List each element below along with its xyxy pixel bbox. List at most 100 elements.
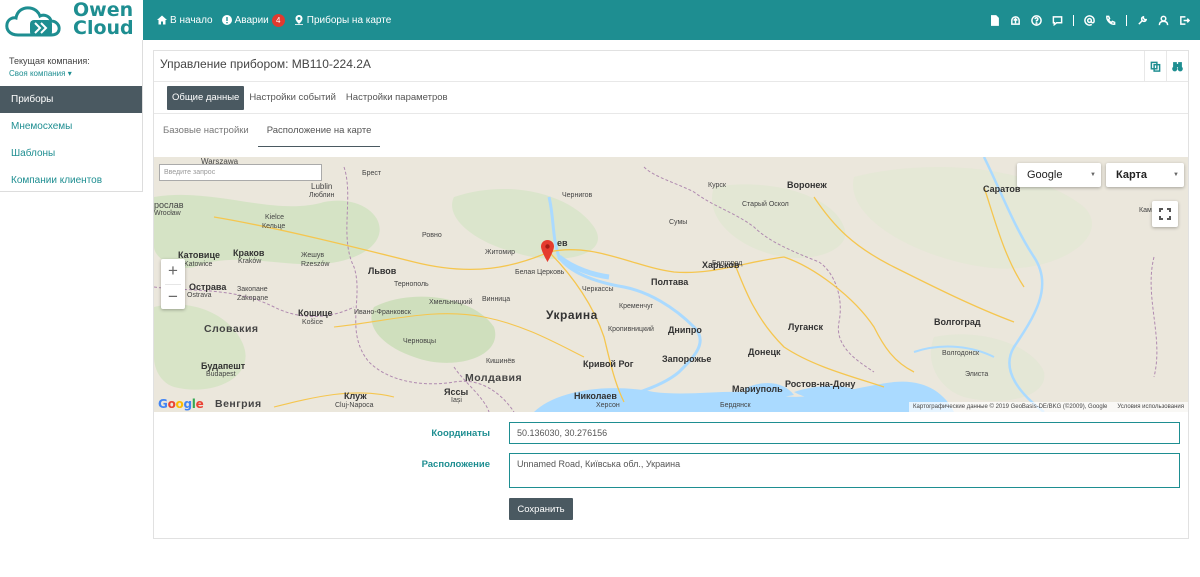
coordinates-field[interactable]: [509, 422, 1180, 444]
sidebar-item-templates[interactable]: Шаблоны: [0, 140, 142, 167]
map-label: Луганск: [788, 322, 824, 332]
map-label: Ровно: [422, 232, 442, 239]
subtabs: Общие данные Настройки событий Настройки…: [167, 86, 453, 110]
logo[interactable]: Owen Cloud: [0, 0, 143, 40]
binoculars-button[interactable]: [1166, 51, 1188, 81]
map-label: Хмельницкий: [429, 299, 473, 306]
map-provider-select[interactable]: Google ▼: [1017, 163, 1101, 187]
alarms-count-badge: 4: [271, 13, 285, 27]
map-label: Старый Оскол: [742, 201, 789, 208]
map-label: Кременчуг: [619, 303, 654, 310]
map-label: Люблин: [309, 192, 335, 199]
map-label: Острава: [189, 282, 227, 292]
map-label: Iași: [451, 397, 462, 404]
sidebar-item-mnemonics[interactable]: Мнемосхемы: [0, 113, 142, 140]
map-type-select[interactable]: Карта ▼: [1106, 163, 1184, 187]
map-label: Rzeszów: [301, 261, 330, 268]
top-icons: [989, 0, 1190, 40]
zoom-out-button[interactable]: −: [161, 285, 185, 310]
map-label: Сумы: [669, 219, 688, 226]
location-marker-icon[interactable]: [541, 240, 554, 262]
map-label: Wrocław: [154, 210, 181, 217]
map-label: Кишинёв: [486, 358, 515, 365]
phone-icon[interactable]: [1105, 15, 1116, 26]
map-label: Воронеж: [787, 180, 827, 190]
document-icon[interactable]: [989, 14, 1000, 26]
map-label: Kielce: [265, 214, 285, 221]
map-label: Запорожье: [662, 354, 712, 364]
fullscreen-icon: [1159, 208, 1171, 220]
map-label: Николаев: [574, 391, 617, 401]
help-icon[interactable]: [1031, 14, 1042, 26]
map-label: Тернополь: [394, 281, 429, 288]
tab-parameter-settings[interactable]: Настройки параметров: [341, 86, 453, 110]
map-label: Закопане: [237, 286, 268, 293]
current-company-label: Текущая компания:: [9, 56, 90, 66]
nav-home[interactable]: В начало: [157, 15, 213, 26]
nav-alarms[interactable]: Аварии 4: [221, 13, 285, 27]
logout-icon[interactable]: [1179, 15, 1190, 26]
map-label: Кривой Рог: [583, 359, 634, 369]
map-label: Волгодонск: [942, 350, 980, 357]
terms-link[interactable]: Условия использования: [1117, 402, 1184, 412]
map-label: рослав: [154, 200, 184, 210]
sidebar-item-client-companies[interactable]: Компании клиентов: [0, 167, 142, 194]
alert-icon: [221, 15, 232, 25]
map-label: Молдавия: [465, 372, 523, 384]
divider: [154, 81, 1188, 82]
wrench-icon[interactable]: [1137, 15, 1148, 26]
zoom-in-button[interactable]: +: [161, 259, 185, 284]
map-label: Полтава: [651, 277, 689, 287]
map-label: Донецк: [748, 347, 781, 357]
sidebar-item-devices[interactable]: Приборы: [0, 86, 142, 113]
zoom-control: + −: [161, 259, 185, 309]
copy-button[interactable]: [1144, 51, 1166, 81]
tab-event-settings[interactable]: Настройки событий: [244, 86, 341, 110]
binoculars-icon: [1172, 61, 1183, 71]
map-label: Ростов-на-Дону: [785, 379, 856, 389]
attribution-text: Картографические данные © 2019 GeoBasis-…: [913, 404, 1108, 410]
panel-actions: [1144, 51, 1188, 81]
map-label: Саратов: [983, 184, 1021, 194]
upload-icon[interactable]: [1010, 15, 1021, 26]
map-label: Херсон: [596, 402, 620, 409]
map-label: Житомир: [485, 249, 516, 256]
divider: [1126, 14, 1127, 26]
save-button[interactable]: Сохранить: [509, 498, 573, 520]
map[interactable]: Warszawa Lublin Люблин Брест Чернигов Ку…: [154, 157, 1188, 412]
map-label: Элиста: [965, 371, 989, 378]
map-label: Katowice: [184, 261, 213, 268]
company-selector[interactable]: Своя компания ▾: [9, 69, 72, 78]
map-label: Львов: [368, 266, 397, 276]
tab-basic-settings[interactable]: Базовые настройки: [154, 115, 258, 147]
map-label: Ивано-Франковск: [354, 309, 411, 316]
map-label: Kraków: [238, 258, 262, 265]
map-label: Lublin: [311, 182, 333, 191]
map-label: ев: [557, 238, 568, 248]
map-label: Яссы: [444, 387, 469, 397]
tab-general-data[interactable]: Общие данные: [167, 86, 245, 110]
map-label: Budapest: [206, 371, 236, 378]
map-label: Cluj-Napoca: [335, 402, 374, 409]
at-icon[interactable]: [1084, 14, 1095, 26]
map-label: Жешув: [301, 252, 325, 259]
map-label: Белая Церковь: [515, 269, 565, 276]
nav-devices-map[interactable]: Приборы на карте: [294, 15, 391, 26]
fullscreen-button[interactable]: [1152, 201, 1178, 227]
map-label: Волгоград: [934, 317, 981, 327]
chat-icon[interactable]: [1052, 15, 1063, 26]
map-label: Кошице: [298, 308, 333, 318]
location-field[interactable]: Unnamed Road, Київська обл., Украина: [509, 453, 1180, 488]
caret-down-icon: ▼: [1090, 172, 1096, 178]
map-label: Zakopane: [237, 295, 269, 302]
tab-map-location[interactable]: Расположение на карте: [257, 115, 381, 147]
map-search-placeholder: Введите запрос: [164, 169, 216, 176]
user-icon[interactable]: [1158, 15, 1169, 26]
map-label: Черновцы: [403, 338, 436, 345]
logo-text: Owen Cloud: [73, 0, 134, 39]
sidebar: Текущая компания: Своя компания ▾ Прибор…: [0, 40, 143, 192]
map-label: Кропивницкий: [608, 326, 654, 333]
map-label: Košice: [302, 319, 324, 326]
map-label: Клуж: [344, 391, 367, 401]
map-search-input[interactable]: Введите запрос: [159, 164, 322, 181]
